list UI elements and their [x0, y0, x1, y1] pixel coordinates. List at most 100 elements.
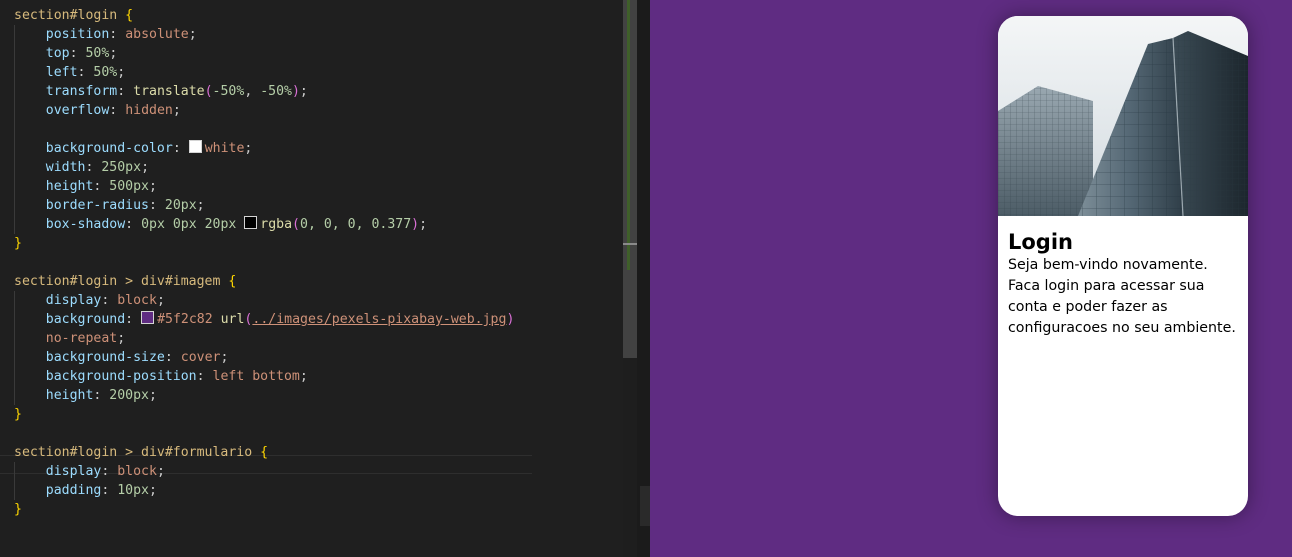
code-token: top [45, 46, 70, 61]
code-token: translate [133, 84, 205, 99]
code-token: } [14, 407, 22, 422]
code-token: hidden [125, 103, 173, 118]
code-token: ; [419, 217, 428, 232]
code-token: : [172, 141, 189, 156]
code-token: display [45, 464, 102, 479]
code-token: transform [45, 84, 118, 99]
indent-guide [14, 101, 15, 120]
code-line[interactable]: display: block; [14, 291, 514, 310]
code-token: : [101, 464, 118, 479]
code-token: { [260, 445, 269, 460]
code-token: ; [244, 141, 253, 156]
code-line[interactable]: } [14, 234, 514, 253]
code-line[interactable] [14, 253, 514, 272]
code-token: block [117, 464, 157, 479]
code-line[interactable]: left: 50%; [14, 63, 514, 82]
code-token: : [148, 198, 165, 213]
login-card: Login Seja bem-vindo novamente. Faca log… [998, 16, 1248, 516]
code-token: : [125, 217, 142, 232]
code-token: section#login > div#imagem [14, 274, 229, 289]
code-line[interactable]: } [14, 405, 514, 424]
code-token: -50% [212, 84, 245, 99]
code-token: rgba [260, 217, 293, 232]
code-line[interactable]: padding: 10px; [14, 481, 514, 500]
color-swatch[interactable] [244, 216, 258, 229]
indent-guide [14, 158, 15, 177]
code-line[interactable]: section#login > div#formulario { [14, 443, 514, 462]
browser-preview: Login Seja bem-vindo novamente. Faca log… [650, 0, 1292, 557]
code-token: absolute [125, 27, 189, 42]
code-token: left [45, 65, 78, 80]
indent-guide [14, 139, 15, 158]
code-line[interactable]: position: absolute; [14, 25, 514, 44]
indent-guide [14, 25, 15, 44]
editor-scrollbar-thumb[interactable] [623, 0, 637, 358]
code-token: border-radius [45, 198, 149, 213]
building-photo-icon [998, 16, 1248, 216]
code-token: 0px 0px 20px [141, 217, 245, 232]
code-token: : [109, 27, 126, 42]
code-line[interactable]: height: 500px; [14, 177, 514, 196]
code-line[interactable]: border-radius: 20px; [14, 196, 514, 215]
code-line[interactable] [14, 424, 514, 443]
code-token: ; [172, 103, 181, 118]
code-token: -50% [260, 84, 292, 99]
code-line[interactable] [14, 120, 514, 139]
code-token: , [244, 84, 261, 99]
code-token: ; [141, 160, 150, 175]
code-line[interactable]: background-color: white; [14, 139, 514, 158]
color-swatch[interactable] [188, 140, 202, 153]
code-line[interactable]: transform: translate(-50%, -50%); [14, 82, 514, 101]
code-token: position [45, 27, 110, 42]
code-token: ; [196, 198, 205, 213]
code-line[interactable]: } [14, 500, 514, 519]
code-line[interactable]: section#login { [14, 6, 514, 25]
code-token: : [101, 483, 118, 498]
code-token: ( [292, 217, 300, 232]
code-token: } [14, 502, 22, 517]
code-token: white [204, 141, 245, 156]
code-token: } [14, 236, 22, 251]
code-line[interactable]: no-repeat; [14, 329, 514, 348]
code-line[interactable]: display: block; [14, 462, 514, 481]
code-line[interactable]: box-shadow: 0px 0px 20px rgba(0, 0, 0, 0… [14, 215, 514, 234]
color-swatch[interactable] [141, 311, 155, 324]
code-line[interactable]: background-size: cover; [14, 348, 514, 367]
panel-divider[interactable] [637, 0, 650, 557]
code-line[interactable]: background: #5f2c82 url(../images/pexels… [14, 310, 514, 329]
indent-guide [14, 462, 15, 481]
code-line[interactable]: width: 250px; [14, 158, 514, 177]
code-token: ; [117, 331, 126, 346]
code-token: 0, 0, 0, 0.377 [300, 217, 412, 232]
code-token: ) [506, 312, 515, 327]
code-line[interactable]: section#login > div#imagem { [14, 272, 514, 291]
code-token: display [45, 293, 102, 308]
code-token: background-position [45, 369, 197, 384]
code-line[interactable]: top: 50%; [14, 44, 514, 63]
scrollbar-cursor-marker [623, 243, 637, 245]
code-token: ; [299, 84, 308, 99]
code-token: background-size [45, 350, 165, 365]
code-token: width [45, 160, 86, 175]
code-token: ; [156, 293, 165, 308]
code-line[interactable]: background-position: left bottom; [14, 367, 514, 386]
code-token: #5f2c82 [157, 312, 221, 327]
code-token: 200px [109, 388, 149, 403]
code-token: ) [291, 84, 300, 99]
code-token: background-color [45, 141, 173, 156]
code-token: left bottom [212, 369, 300, 384]
code-line[interactable]: overflow: hidden; [14, 101, 514, 120]
code-token: ; [220, 350, 229, 365]
code-token: : [85, 160, 102, 175]
indent-guide [14, 367, 15, 386]
code-line[interactable]: height: 200px; [14, 386, 514, 405]
code-token: height [45, 388, 94, 403]
code-token: background [45, 312, 126, 327]
panel-divider-handle[interactable] [640, 486, 650, 526]
code-token: ../images/pexels-pixabay-web.jpg [252, 312, 507, 327]
code-content[interactable]: section#login { position: absolute; top:… [14, 6, 514, 519]
code-token: ; [149, 179, 157, 194]
code-token: : [117, 84, 134, 99]
code-editor[interactable]: section#login { position: absolute; top:… [0, 0, 623, 557]
code-token: ; [156, 464, 165, 479]
